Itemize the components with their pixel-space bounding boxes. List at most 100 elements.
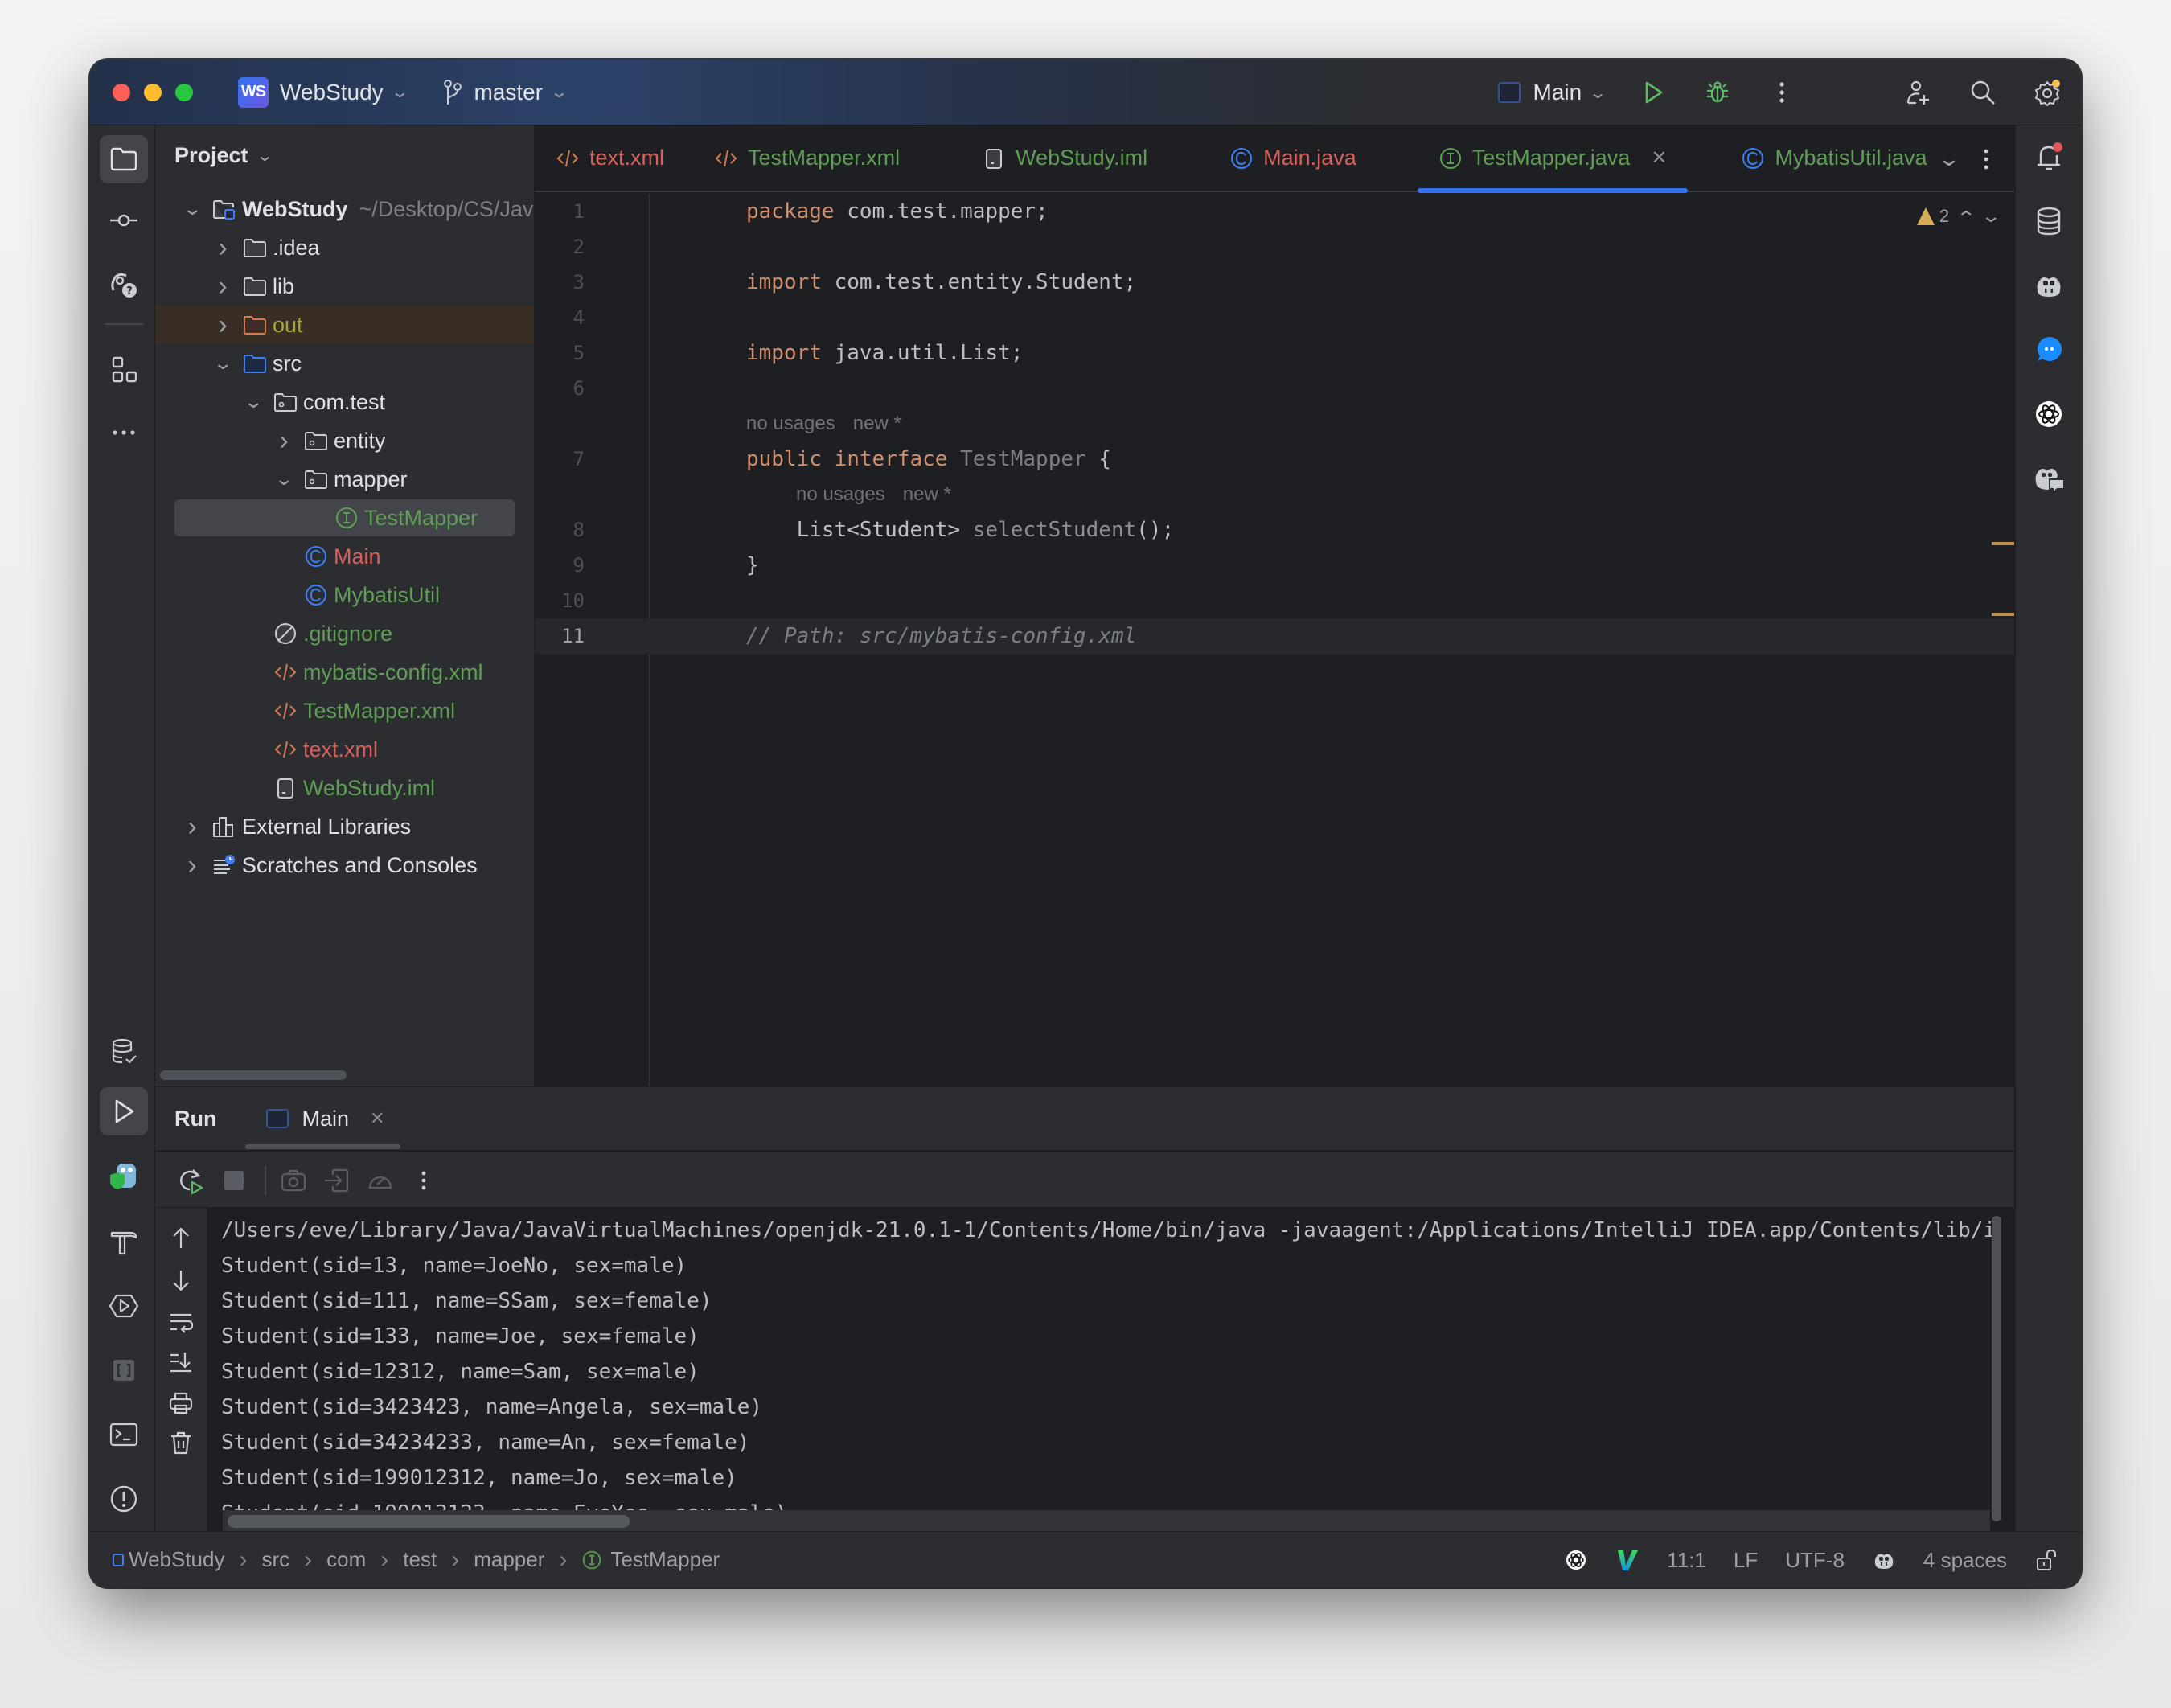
breadcrumb-item[interactable]: test (403, 1547, 437, 1572)
close-tab-icon[interactable]: ✕ (1651, 146, 1667, 170)
minimize-window-button[interactable] (144, 83, 162, 101)
code-vision-hint[interactable]: no usages new * (746, 406, 901, 441)
horizontal-scrollbar[interactable] (228, 1515, 630, 1528)
tree-item[interactable]: ⌄ src (155, 344, 534, 383)
tree-item[interactable]: TestMapper.xml (155, 692, 534, 730)
hint-text[interactable]: no usages (746, 413, 835, 435)
chat-button[interactable] (2032, 333, 2066, 367)
code-vision-hint[interactable]: no usages new * (796, 477, 951, 512)
tree-item[interactable]: text.xml (155, 730, 534, 769)
tree-item[interactable]: WebStudy.iml (155, 769, 534, 807)
tree-item[interactable]: › Scratches and Consoles (155, 846, 534, 885)
problems-tool-button[interactable] (100, 1475, 148, 1523)
chevron-right-icon[interactable]: › (276, 425, 292, 457)
build-tool-button[interactable] (100, 1217, 148, 1266)
hint-text[interactable]: new * (853, 413, 901, 435)
project-switcher[interactable]: WS WebStudy ⌄ (238, 76, 409, 108)
hint-text[interactable]: new * (903, 483, 951, 506)
tree-item[interactable]: Main (155, 537, 534, 576)
tree-item[interactable]: › entity (155, 421, 534, 460)
tree-item[interactable]: mybatis-config.xml (155, 653, 534, 692)
chevron-right-icon[interactable]: › (215, 271, 231, 302)
search-everywhere-button[interactable] (1967, 76, 1999, 109)
notifications-button[interactable] (2032, 140, 2066, 174)
commit-tool-button[interactable] (100, 196, 148, 244)
tree-item[interactable]: .gitignore (155, 614, 534, 653)
previous-highlight-icon[interactable]: ⌄ (1956, 206, 1976, 227)
tree-item[interactable]: ⌄ mapper (155, 460, 534, 499)
ai-assistant-tool-button[interactable]: ? (100, 261, 148, 309)
project-view-selector[interactable]: Project ⌄ (174, 143, 274, 168)
more-vertical-icon[interactable] (1982, 147, 1990, 171)
caret-position[interactable]: 11:1 (1667, 1548, 1706, 1573)
editor-tab[interactable]: TestMapper.xml (693, 125, 921, 191)
tree-item[interactable]: › .idea (155, 228, 534, 267)
code-line[interactable]: 4 (535, 300, 2014, 335)
code-line[interactable]: 1 package com.test.mapper; (535, 194, 2014, 229)
chevron-right-icon[interactable]: › (184, 811, 200, 843)
code-line[interactable]: 3 import com.test.entity.Student; (535, 265, 2014, 300)
console-output[interactable]: Process finished with exit code 0Student… (207, 1208, 2014, 1531)
run-configuration-selector[interactable]: Main ⌄ (1497, 80, 1607, 105)
database-tool-button[interactable] (100, 1028, 148, 1076)
structure-tool-button[interactable] (100, 346, 148, 394)
chevron-right-icon[interactable]: › (215, 232, 231, 264)
profiler-button[interactable] (364, 1164, 396, 1197)
dump-threads-button[interactable] (277, 1164, 310, 1197)
editor-tab[interactable]: text.xml (535, 125, 685, 191)
soft-wrap-button[interactable] (166, 1308, 195, 1336)
code-line[interactable]: 2 (535, 229, 2014, 265)
copilot-button[interactable] (2032, 269, 2066, 302)
copilot-status-widget[interactable] (1872, 1548, 1896, 1572)
chevron-right-icon[interactable]: › (215, 310, 231, 341)
editor-tab[interactable]: Main.java (1209, 125, 1377, 191)
project-tool-button[interactable] (100, 135, 148, 183)
more-actions-button[interactable] (408, 1164, 440, 1197)
print-button[interactable] (166, 1388, 195, 1417)
code-line[interactable]: 6 (535, 371, 2014, 406)
hint-text[interactable]: no usages (796, 483, 885, 506)
import-test-results-button[interactable] (321, 1164, 353, 1197)
breadcrumb-item[interactable]: src (261, 1547, 289, 1572)
debug-button[interactable] (1701, 76, 1734, 109)
warning-stripe-marker[interactable] (1992, 542, 2014, 545)
settings-button[interactable] (2031, 76, 2063, 109)
zoom-window-button[interactable] (175, 83, 193, 101)
inspection-widget[interactable]: 2 ⌄ ⌄ (1916, 206, 2001, 227)
chatgpt-button[interactable] (2032, 397, 2066, 431)
run-tab-main[interactable]: Main ✕ (245, 1086, 401, 1151)
code-line[interactable]: 9} (535, 548, 2014, 583)
run-tool-button[interactable] (100, 1087, 148, 1135)
code-line[interactable]: 11 // Path: src/mybatis-config.xml (535, 618, 2014, 654)
clear-all-button[interactable] (166, 1428, 195, 1457)
branch-switcher[interactable]: master ⌄ (443, 79, 568, 106)
code-line[interactable]: 8 List<Student> selectStudent(); (535, 512, 2014, 548)
vertical-scrollbar[interactable] (1992, 1216, 2001, 1521)
chatgpt-status-widget[interactable] (1564, 1548, 1588, 1572)
more-actions-button[interactable] (1766, 76, 1798, 109)
next-highlight-icon[interactable]: ⌄ (1980, 206, 2001, 227)
more-tools-button[interactable] (100, 409, 148, 457)
copilot-chat-button[interactable] (2032, 462, 2066, 495)
tree-item[interactable]: MybatisUtil (155, 576, 534, 614)
tree-item[interactable]: TestMapper (155, 499, 534, 537)
run-button[interactable] (1637, 76, 1669, 109)
code-line[interactable]: 5 import java.util.List; (535, 335, 2014, 371)
code-line[interactable]: 10 (535, 583, 2014, 618)
tree-item[interactable]: › lib (155, 267, 534, 306)
line-separator[interactable]: LF (1734, 1548, 1758, 1573)
code-line[interactable]: 7 public interface TestMapper { (535, 441, 2014, 477)
rerun-button[interactable] (174, 1164, 207, 1197)
chevron-down-icon[interactable]: ⌄ (182, 199, 203, 220)
read-only-toggle[interactable] (2034, 1548, 2058, 1572)
breadcrumb-item[interactable]: WebStudy (113, 1547, 224, 1572)
breadcrumb-item[interactable]: mapper (474, 1547, 544, 1572)
editor-tab[interactable]: TestMapper.java ✕ (1417, 125, 1689, 193)
tree-item[interactable]: ⌄ com.test (155, 383, 534, 421)
stop-button[interactable] (218, 1164, 250, 1197)
horizontal-scrollbar[interactable] (160, 1070, 347, 1080)
database-button[interactable] (2032, 204, 2066, 238)
tab-list-chevron-icon[interactable]: ⌄ (1937, 146, 1962, 171)
chevron-down-icon[interactable]: ⌄ (243, 392, 264, 413)
chevron-down-icon[interactable]: ⌄ (212, 353, 233, 374)
